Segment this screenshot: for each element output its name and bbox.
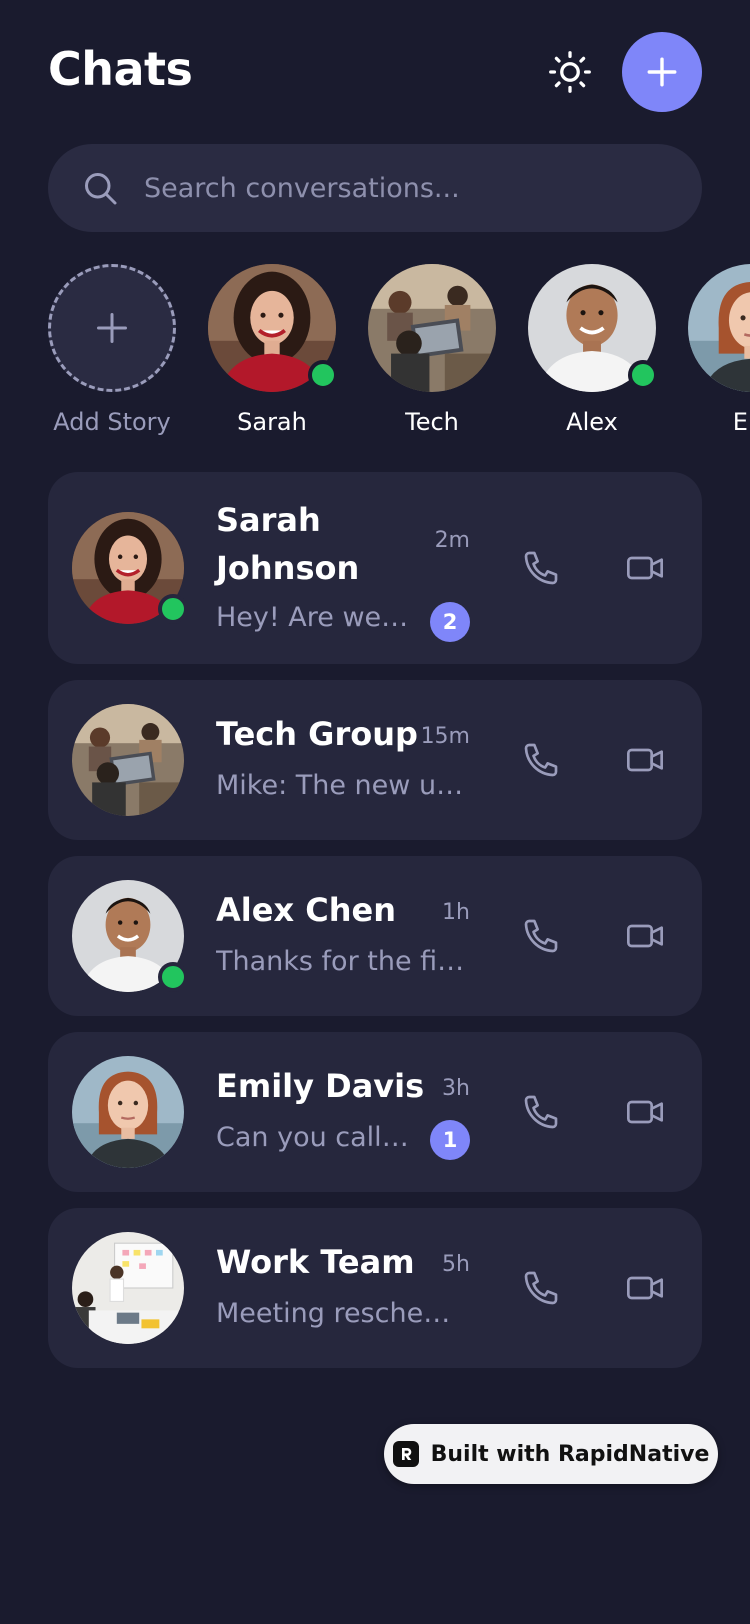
online-indicator bbox=[628, 360, 658, 390]
video-icon bbox=[627, 1276, 663, 1300]
chat-time: 2m bbox=[434, 528, 470, 553]
call-button[interactable] bbox=[513, 1084, 569, 1140]
chat-preview: Thanks for the fil... bbox=[216, 946, 466, 977]
built-with-badge[interactable]: Built with RapidNative bbox=[384, 1424, 718, 1484]
chat-preview: Hey! Are we s... bbox=[216, 602, 412, 633]
phone-icon bbox=[524, 919, 558, 953]
story-label: Add Story bbox=[53, 408, 171, 436]
chat-preview: Can you call ... bbox=[216, 1122, 412, 1153]
avatar bbox=[72, 704, 184, 816]
chat-preview: Meeting resched... bbox=[216, 1298, 466, 1329]
chat-time: 5h bbox=[442, 1252, 470, 1277]
unread-badge: 2 bbox=[430, 602, 470, 642]
chat-name: Emily Davis bbox=[216, 1067, 425, 1105]
avatar bbox=[368, 264, 496, 392]
chat-item[interactable]: Sarah Johnson 2m Hey! Are we s... 2 bbox=[48, 472, 702, 664]
chat-name: Tech Group bbox=[216, 715, 418, 753]
online-indicator bbox=[158, 594, 188, 624]
unread-badge: 1 bbox=[430, 1120, 470, 1160]
chat-time: 3h bbox=[442, 1076, 470, 1101]
story-alex[interactable]: Alex bbox=[527, 264, 658, 436]
chat-item[interactable]: Alex Chen 1h Thanks for the fil... bbox=[48, 856, 702, 1016]
online-indicator bbox=[158, 962, 188, 992]
plus-icon bbox=[97, 313, 127, 343]
story-add[interactable]: Add Story bbox=[47, 264, 177, 436]
video-icon bbox=[627, 924, 663, 948]
theme-toggle-button[interactable] bbox=[540, 42, 600, 102]
story-label: Sarah bbox=[237, 408, 307, 436]
story-emily[interactable]: Em bbox=[687, 264, 750, 436]
search-input[interactable] bbox=[144, 172, 624, 204]
avatar bbox=[72, 1232, 184, 1344]
online-indicator bbox=[308, 360, 338, 390]
search-bar[interactable] bbox=[48, 144, 702, 232]
chat-preview: Mike: The new up... bbox=[216, 770, 466, 801]
call-button[interactable] bbox=[513, 908, 569, 964]
video-icon bbox=[627, 748, 663, 772]
video-call-button[interactable] bbox=[617, 540, 673, 596]
page-title: Chats bbox=[48, 42, 193, 96]
built-with-label: Built with RapidNative bbox=[430, 1441, 710, 1467]
story-tech[interactable]: Tech bbox=[367, 264, 497, 436]
avatar bbox=[208, 264, 338, 392]
chat-time: 15m bbox=[420, 724, 470, 749]
video-call-button[interactable] bbox=[617, 732, 673, 788]
new-chat-button[interactable] bbox=[622, 32, 702, 112]
story-label: Em bbox=[732, 408, 750, 436]
stories-row: Add Story Sarah Tech Alex Em bbox=[0, 264, 750, 444]
chat-name: Alex Chen bbox=[216, 891, 396, 929]
avatar bbox=[688, 264, 750, 392]
add-story-button[interactable] bbox=[48, 264, 176, 392]
video-icon bbox=[627, 556, 663, 580]
sun-icon bbox=[549, 51, 591, 93]
phone-icon bbox=[524, 1095, 558, 1129]
story-label: Tech bbox=[405, 408, 459, 436]
avatar bbox=[72, 1056, 184, 1168]
plus-icon bbox=[647, 57, 677, 87]
call-button[interactable] bbox=[513, 732, 569, 788]
story-label: Alex bbox=[566, 408, 618, 436]
chat-item[interactable]: Tech Group 15m Mike: The new up... bbox=[48, 680, 702, 840]
video-call-button[interactable] bbox=[617, 1084, 673, 1140]
call-button[interactable] bbox=[513, 1260, 569, 1316]
chat-item[interactable]: Work Team 5h Meeting resched... bbox=[48, 1208, 702, 1368]
chat-item[interactable]: Emily Davis 3h Can you call ... 1 bbox=[48, 1032, 702, 1192]
chat-name: Work Team bbox=[216, 1243, 415, 1281]
phone-icon bbox=[524, 1271, 558, 1305]
video-call-button[interactable] bbox=[617, 1260, 673, 1316]
video-call-button[interactable] bbox=[617, 908, 673, 964]
avatar bbox=[528, 264, 658, 392]
search-icon bbox=[85, 173, 117, 205]
phone-icon bbox=[524, 743, 558, 777]
chat-time: 1h bbox=[442, 900, 470, 925]
avatar bbox=[72, 880, 188, 992]
avatar bbox=[72, 512, 188, 624]
phone-icon bbox=[524, 551, 558, 585]
rapidnative-logo-icon bbox=[392, 1441, 419, 1467]
video-icon bbox=[627, 1100, 663, 1124]
chat-name: Sarah Johnson bbox=[216, 501, 360, 587]
call-button[interactable] bbox=[513, 540, 569, 596]
header: Chats bbox=[48, 32, 702, 112]
story-sarah[interactable]: Sarah bbox=[207, 264, 338, 436]
